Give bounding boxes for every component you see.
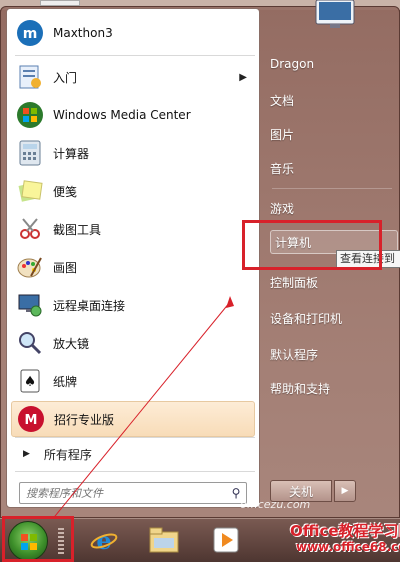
sticky-notes-icon [15, 176, 45, 206]
program-magnifier[interactable]: 放大镜 [11, 325, 255, 361]
place-label: 图片 [270, 127, 295, 142]
place-help-support[interactable]: 帮助和支持 [270, 376, 394, 400]
program-remote-desktop[interactable]: 远程桌面连接 [11, 287, 255, 323]
program-solitaire[interactable]: ♠ 纸牌 [11, 363, 255, 399]
place-control-panel[interactable]: 控制面板 [270, 270, 394, 294]
program-label: 纸牌 [53, 374, 78, 389]
place-label: 文档 [270, 93, 295, 108]
program-label: 截图工具 [53, 222, 102, 237]
program-calculator[interactable]: 计算器 [11, 135, 255, 171]
place-games[interactable]: 游戏 [270, 196, 394, 220]
program-paint[interactable]: 画图 [11, 249, 255, 285]
svg-text:e: e [96, 526, 111, 555]
maxthon-icon: m [15, 18, 45, 48]
program-snipping-tool[interactable]: 截图工具 [11, 211, 255, 247]
shutdown-options-icon[interactable]: ▶ [334, 480, 356, 502]
place-label: 游戏 [270, 201, 295, 216]
magnifier-icon [15, 328, 45, 358]
solitaire-icon: ♠ [15, 366, 45, 396]
program-maxthon3[interactable]: m Maxthon3 [11, 15, 255, 51]
separator [15, 55, 255, 56]
all-programs-label: 所有程序 [43, 447, 92, 462]
program-label: 远程桌面连接 [53, 298, 126, 313]
program-windows-media-center[interactable]: Windows Media Center [11, 97, 255, 133]
remote-desktop-icon [15, 290, 45, 320]
watermark-title: Office教程学习网 [290, 522, 400, 540]
pinned-programs-pane: m Maxthon3 入门 ▶ Windows Media Center 计算器… [6, 8, 260, 508]
paint-icon [15, 252, 45, 282]
place-user-folder[interactable]: Dragon [270, 52, 394, 76]
place-label: 控制面板 [270, 275, 319, 290]
place-label: 音乐 [270, 161, 295, 176]
program-sticky-notes[interactable]: 便笺 [11, 173, 255, 209]
place-music[interactable]: 音乐 [270, 156, 394, 180]
program-label: 计算器 [53, 146, 90, 161]
media-player-icon[interactable] [206, 522, 246, 558]
cmb-bank-icon: M [16, 404, 46, 434]
all-programs-button[interactable]: ▶ 所有程序 [11, 442, 255, 466]
place-label: 帮助和支持 [270, 381, 331, 396]
search-input[interactable] [20, 484, 226, 502]
program-getting-started[interactable]: 入门 ▶ [11, 59, 255, 95]
taskbar-grip [58, 528, 64, 554]
svg-text:m: m [23, 26, 38, 42]
separator [15, 437, 255, 438]
svg-text:♠: ♠ [24, 374, 37, 390]
search-box[interactable]: ⚲ [19, 482, 247, 504]
program-label: 入门 [53, 70, 78, 85]
file-explorer-icon[interactable] [144, 522, 184, 558]
program-label: 便笺 [53, 184, 78, 199]
calculator-icon [15, 138, 45, 168]
program-label: Maxthon3 [53, 26, 113, 40]
program-label: 招行专业版 [54, 412, 115, 427]
watermark-small: officezu.com [240, 498, 311, 511]
internet-explorer-icon[interactable]: e [84, 522, 124, 558]
windows-media-center-icon [15, 100, 45, 130]
program-label: 画图 [53, 260, 78, 275]
submenu-arrow-icon: ▶ [239, 71, 247, 83]
program-cmb-bank[interactable]: M 招行专业版 [11, 401, 255, 437]
place-label: 设备和打印机 [270, 311, 343, 326]
expand-arrow-icon: ▶ [23, 449, 30, 459]
place-documents[interactable]: 文档 [270, 88, 394, 112]
program-label: Windows Media Center [53, 108, 191, 122]
place-default-programs[interactable]: 默认程序 [270, 342, 394, 366]
separator [15, 471, 255, 472]
getting-started-icon [15, 62, 45, 92]
watermark-url: www.office68.com [296, 540, 400, 554]
svg-text:M: M [25, 413, 38, 428]
program-label: 放大镜 [53, 336, 90, 351]
separator [272, 188, 392, 189]
place-pictures[interactable]: 图片 [270, 122, 394, 146]
snipping-tool-icon [15, 214, 45, 244]
place-label: 默认程序 [270, 347, 319, 362]
place-label: Dragon [270, 57, 315, 71]
place-devices-printers[interactable]: 设备和打印机 [270, 306, 394, 330]
annotation-highlight-computer [242, 220, 382, 270]
